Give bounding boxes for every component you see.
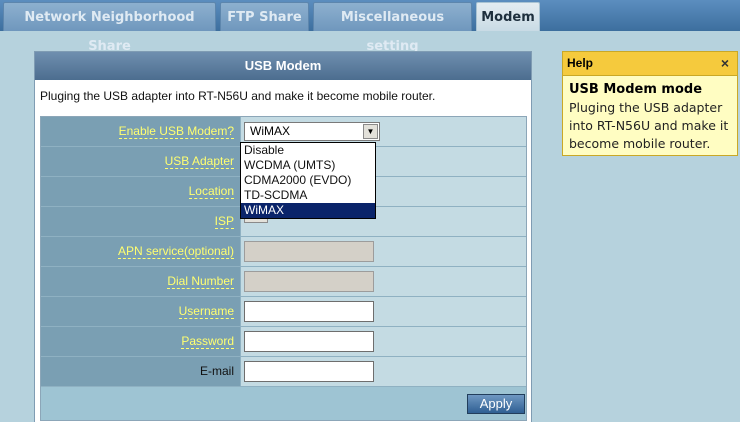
- tab-ftp-share[interactable]: FTP Share: [220, 2, 309, 31]
- enable-usb-modem-label: Enable USB Modem?: [118, 124, 234, 139]
- help-title: USB Modem mode: [569, 82, 703, 97]
- isp-label: ISP: [214, 214, 234, 229]
- option-wimax[interactable]: WiMAX: [241, 203, 375, 218]
- panel-title: USB Modem: [35, 52, 531, 80]
- panel-description: Pluging the USB adapter into RT-N56U and…: [40, 89, 436, 103]
- row-dial-number: Dial Number: [41, 267, 526, 297]
- tab-modem[interactable]: Modem: [476, 2, 540, 31]
- chevron-down-icon[interactable]: ▼: [363, 124, 378, 139]
- enable-usb-modem-dropdown: Disable WCDMA (UMTS) CDMA2000 (EVDO) TD-…: [240, 142, 376, 219]
- close-icon[interactable]: ×: [721, 52, 729, 74]
- tab-network-neighborhood-share[interactable]: Network Neighborhood Share: [3, 2, 216, 54]
- username-input[interactable]: [244, 301, 374, 322]
- email-label: E-mail: [199, 364, 234, 378]
- enable-usb-modem-select[interactable]: WiMAX ▼: [244, 122, 380, 141]
- row-apn-service: APN service(optional): [41, 237, 526, 267]
- enable-usb-modem-value: WiMAX: [250, 124, 290, 138]
- apn-service-label: APN service(optional): [117, 244, 234, 259]
- option-wcdma[interactable]: WCDMA (UMTS): [241, 158, 375, 173]
- option-cdma2000[interactable]: CDMA2000 (EVDO): [241, 173, 375, 188]
- help-header: Help: [567, 56, 594, 70]
- email-input[interactable]: [244, 361, 374, 382]
- apn-service-input[interactable]: [244, 241, 374, 262]
- dial-number-input[interactable]: [244, 271, 374, 292]
- help-panel: Help × USB Modem mode Pluging the USB ad…: [562, 51, 738, 156]
- dial-number-label: Dial Number: [167, 274, 234, 289]
- row-email: E-mail: [41, 357, 526, 387]
- tab-bar: Network Neighborhood Share FTP Share Mis…: [0, 0, 740, 54]
- password-input[interactable]: [244, 331, 374, 352]
- usb-modem-panel: USB Modem Pluging the USB adapter into R…: [34, 51, 532, 422]
- option-disable[interactable]: Disable: [241, 143, 375, 158]
- row-password: Password: [41, 327, 526, 357]
- usb-adapter-label: USB Adapter: [164, 154, 234, 169]
- password-label: Password: [181, 334, 234, 349]
- username-label: Username: [178, 304, 234, 319]
- location-label: Location: [188, 184, 234, 199]
- tab-miscellaneous-setting[interactable]: Miscellaneous setting: [313, 2, 472, 54]
- apply-button[interactable]: Apply: [467, 394, 525, 414]
- help-body: Pluging the USB adapter into RT-N56U and…: [569, 100, 729, 151]
- row-username: Username: [41, 297, 526, 327]
- option-td-scdma[interactable]: TD-SCDMA: [241, 188, 375, 203]
